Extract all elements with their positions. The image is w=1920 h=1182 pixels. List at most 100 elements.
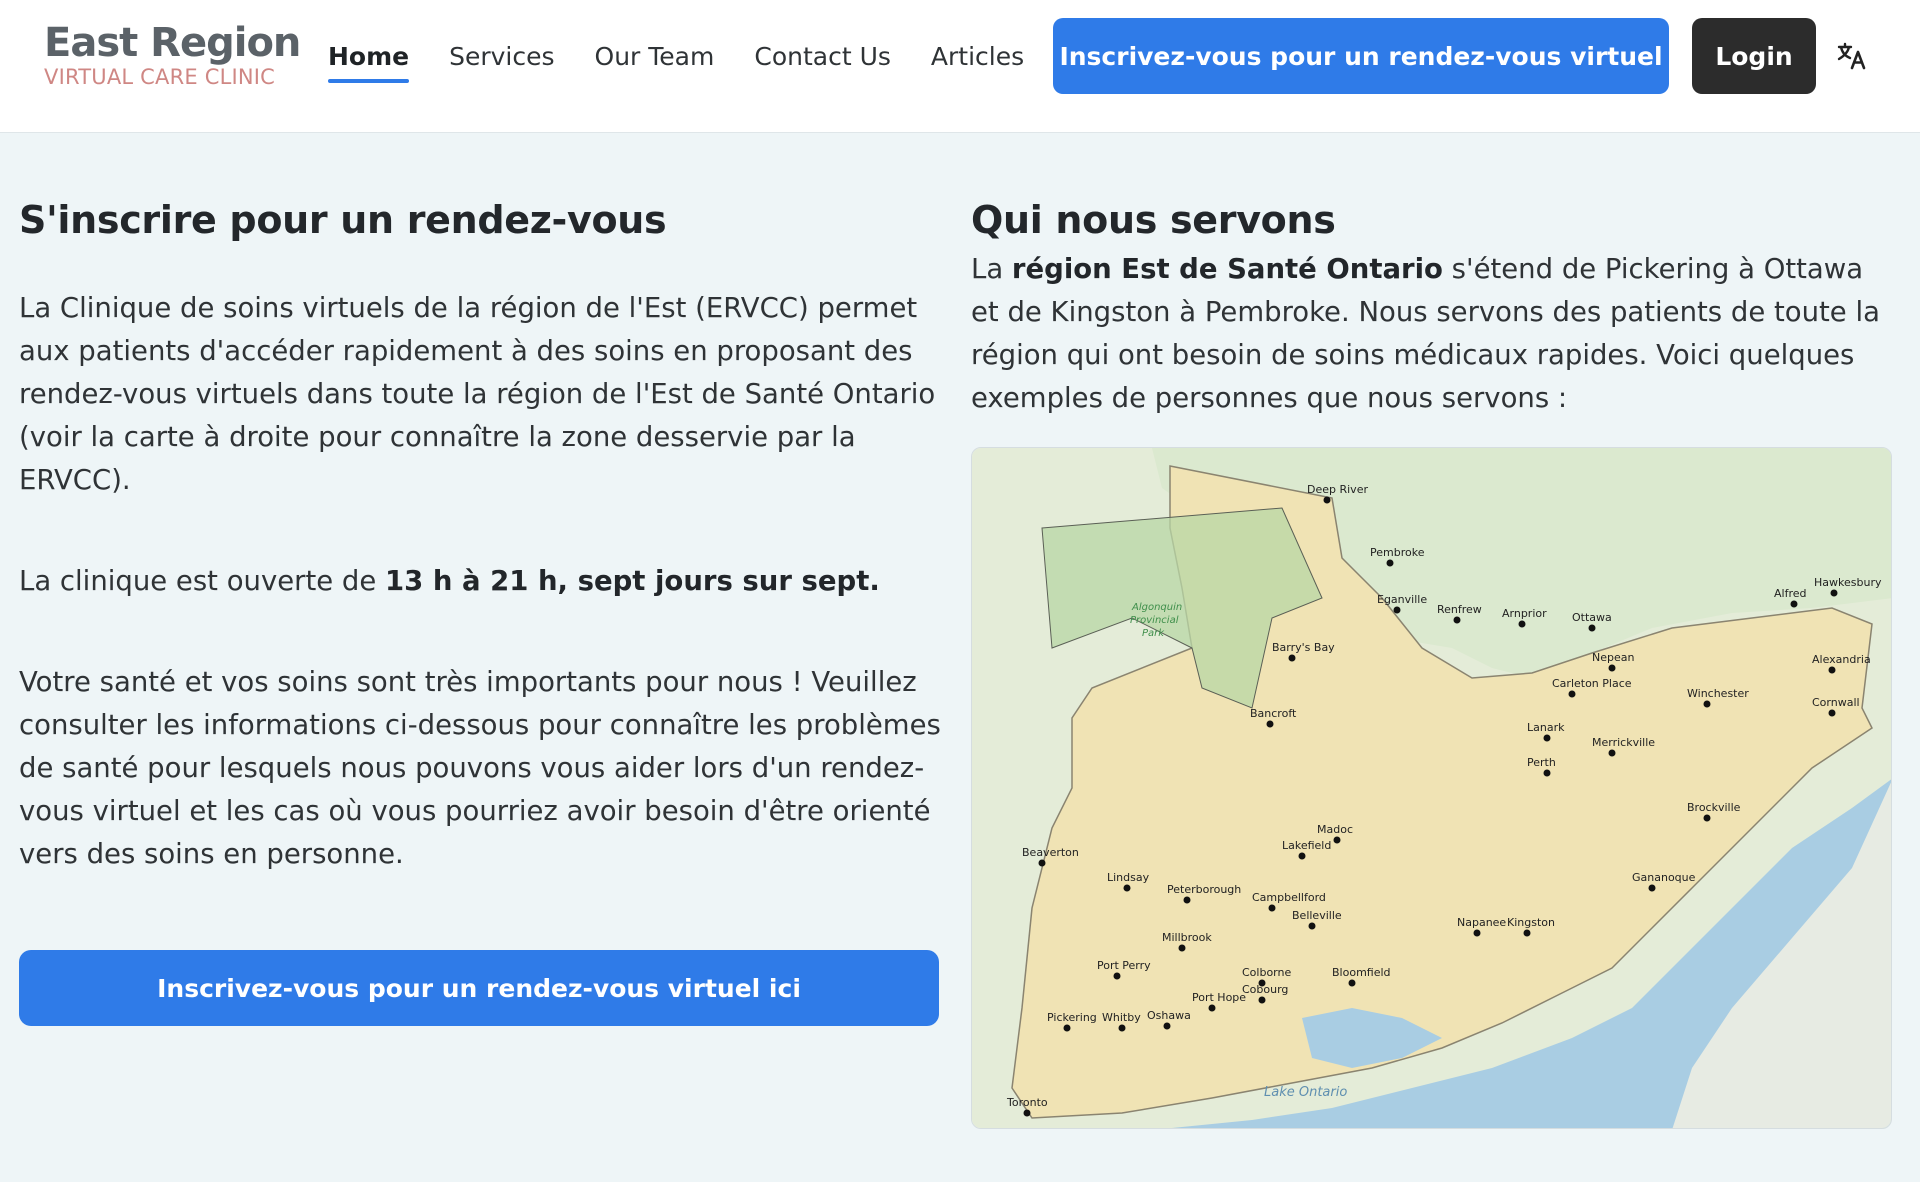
city-marker — [1163, 1022, 1171, 1030]
city-marker — [1113, 972, 1121, 980]
city-label: Barry's Bay — [1272, 641, 1335, 654]
city-label: Lindsay — [1107, 871, 1150, 884]
city-label: Ottawa — [1572, 611, 1612, 624]
region-paragraph: La région Est de Santé Ontario s'étend d… — [971, 248, 1891, 420]
city-marker — [1828, 666, 1836, 674]
hours-text: La clinique est ouverte de — [19, 565, 386, 597]
city-label: Colborne — [1242, 966, 1291, 979]
city-label: Alexandria — [1812, 653, 1871, 666]
city-marker — [1523, 929, 1531, 937]
city-label: Madoc — [1317, 823, 1353, 836]
city-label: Brockville — [1687, 801, 1741, 814]
region-name: région Est de Santé Ontario — [1011, 253, 1443, 285]
hours-paragraph: La clinique est ouverte de 13 h à 21 h, … — [19, 560, 944, 603]
city-label: Renfrew — [1437, 603, 1482, 616]
login-button[interactable]: Login — [1692, 18, 1816, 94]
nav-articles[interactable]: Articles — [931, 42, 1024, 71]
city-label: Pickering — [1047, 1011, 1097, 1024]
signup-button[interactable]: Inscrivez-vous pour un rendez-vous virtu… — [1053, 18, 1669, 94]
city-marker — [1386, 559, 1394, 567]
city-marker — [1588, 624, 1596, 632]
city-label: Nepean — [1592, 651, 1634, 664]
city-label: Perth — [1527, 756, 1556, 769]
city-label: Cornwall — [1812, 696, 1860, 709]
city-label: Lanark — [1527, 721, 1565, 734]
city-label: Port Perry — [1097, 959, 1151, 972]
park-label-2: Provincial — [1130, 615, 1179, 626]
who-we-serve-section: Qui nous servons La région Est de Santé … — [971, 192, 1891, 420]
city-label: Deep River — [1307, 483, 1368, 496]
logo-title: East Region — [44, 20, 301, 66]
city-marker — [1118, 1024, 1126, 1032]
city-marker — [1648, 884, 1656, 892]
city-marker — [1208, 1004, 1216, 1012]
region-map[interactable]: Algonquin Provincial Park Lake Ontario D… — [971, 447, 1892, 1129]
city-marker — [1703, 700, 1711, 708]
city-marker — [1298, 852, 1306, 860]
city-label: Toronto — [1006, 1096, 1048, 1109]
site-header: East Region VIRTUAL CARE CLINIC Home Ser… — [0, 0, 1920, 133]
city-marker — [1543, 769, 1551, 777]
city-marker — [1608, 664, 1616, 672]
city-label: Kingston — [1507, 916, 1555, 929]
logo-subtitle: VIRTUAL CARE CLINIC — [44, 65, 276, 89]
nav-services[interactable]: Services — [449, 42, 554, 71]
lake-ontario-label: Lake Ontario — [1264, 1085, 1347, 1100]
city-label: Napanee — [1457, 916, 1506, 929]
city-marker — [1308, 922, 1316, 930]
clinic-logo[interactable]: East Region VIRTUAL CARE CLINIC — [44, 20, 301, 89]
nav-our-team[interactable]: Our Team — [595, 42, 715, 71]
city-marker — [1333, 836, 1341, 844]
city-marker — [1323, 496, 1331, 504]
city-label: Alfred — [1774, 587, 1806, 600]
city-marker — [1518, 620, 1526, 628]
city-marker — [1183, 896, 1191, 904]
city-marker — [1393, 606, 1401, 614]
city-label: Merrickville — [1592, 736, 1655, 749]
city-marker — [1266, 720, 1274, 728]
city-marker — [1830, 589, 1838, 597]
region-map-svg: Algonquin Provincial Park Lake Ontario D… — [972, 448, 1891, 1128]
translate-icon[interactable] — [1836, 40, 1868, 72]
signup-here-button[interactable]: Inscrivez-vous pour un rendez-vous virtu… — [19, 950, 939, 1026]
city-marker — [1608, 749, 1616, 757]
city-label: Hawkesbury — [1814, 576, 1882, 589]
city-marker — [1790, 600, 1798, 608]
city-marker — [1023, 1109, 1031, 1117]
nav-home[interactable]: Home — [328, 42, 410, 83]
who-we-serve-title: Qui nous servons — [971, 198, 1336, 242]
intro-paragraph: La Clinique de soins virtuels de la régi… — [19, 292, 936, 496]
city-label: Beaverton — [1022, 846, 1079, 859]
city-label: Bloomfield — [1332, 966, 1391, 979]
signup-title: S'inscrire pour un rendez-vous — [19, 198, 667, 242]
city-marker — [1123, 884, 1131, 892]
main-nav: Home Services Our Team Contact Us Articl… — [328, 0, 1064, 112]
city-label: Lakefield — [1282, 839, 1331, 852]
city-marker — [1178, 944, 1186, 952]
city-label: Eganville — [1377, 593, 1427, 606]
city-label: Millbrook — [1162, 931, 1212, 944]
city-label: Winchester — [1687, 687, 1749, 700]
city-label: Peterborough — [1167, 883, 1241, 896]
city-marker — [1828, 709, 1836, 717]
health-info-paragraph: Votre santé et vos soins sont très impor… — [19, 666, 941, 870]
city-marker — [1348, 979, 1356, 987]
city-marker — [1258, 996, 1266, 1004]
city-marker — [1568, 690, 1576, 698]
city-marker — [1703, 814, 1711, 822]
city-label: Bancroft — [1250, 707, 1297, 720]
city-marker — [1288, 654, 1296, 662]
city-label: Carleton Place — [1552, 677, 1632, 690]
city-label: Pembroke — [1370, 546, 1425, 559]
city-marker — [1268, 904, 1276, 912]
city-marker — [1038, 859, 1046, 867]
signup-section: S'inscrire pour un rendez-vous La Cliniq… — [19, 192, 944, 876]
city-label: Arnprior — [1502, 607, 1547, 620]
park-label-1: Algonquin — [1131, 602, 1182, 613]
nav-contact-us[interactable]: Contact Us — [754, 42, 891, 71]
city-label: Cobourg — [1242, 983, 1288, 996]
city-label: Whitby — [1102, 1011, 1141, 1024]
city-label: Campbellford — [1252, 891, 1326, 904]
city-label: Gananoque — [1632, 871, 1696, 884]
city-marker — [1473, 929, 1481, 937]
